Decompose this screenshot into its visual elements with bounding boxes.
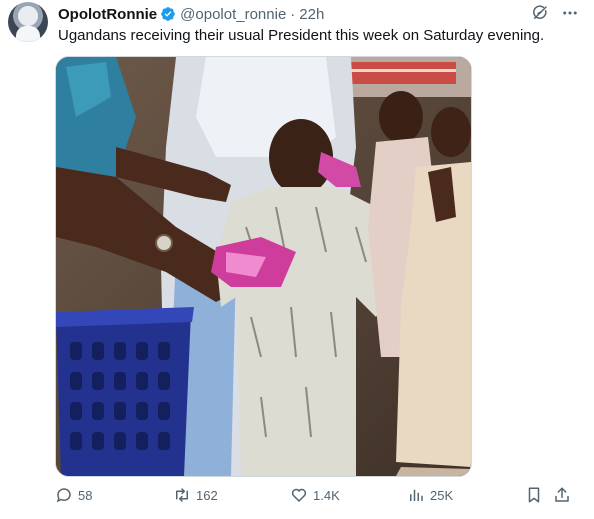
like-button[interactable]: 1.4K [290,486,340,504]
tweet-time[interactable]: 22h [299,6,324,23]
grok-slash-icon[interactable] [530,3,550,23]
bookmark-button[interactable] [525,486,543,504]
repost-count: 162 [196,487,218,503]
views-count: 25K [430,487,454,503]
tweet-header: OpolotRonnie @opolot_ronnie · 22h [58,5,324,23]
avatar-shirt [16,26,40,42]
heart-icon [291,488,307,503]
bookmark-icon [528,487,540,503]
share-button[interactable] [553,486,571,504]
verified-badge-icon [161,7,175,21]
tweet-actions: 58 162 1.4K 25K [55,486,575,508]
share-icon [555,487,569,502]
views-bar-icon [410,489,423,501]
tweet-photo[interactable] [55,56,472,477]
header-separator: · [290,5,296,23]
reply-icon [56,488,71,503]
views-button[interactable]: 25K [407,486,453,504]
more-horizontal-icon[interactable] [560,3,580,23]
tweet-top-actions [530,3,580,23]
author-name[interactable]: OpolotRonnie [58,6,157,23]
like-count: 1.4K [313,487,340,503]
author-avatar[interactable] [8,2,48,42]
repost-button[interactable]: 162 [173,486,218,504]
photo-scene [56,57,471,476]
repost-icon [176,488,188,502]
author-handle[interactable]: @opolot_ronnie [180,6,286,23]
reply-count: 58 [78,487,93,503]
reply-button[interactable]: 58 [55,486,92,504]
tweet-text: Ugandans receiving their usual President… [58,27,545,44]
